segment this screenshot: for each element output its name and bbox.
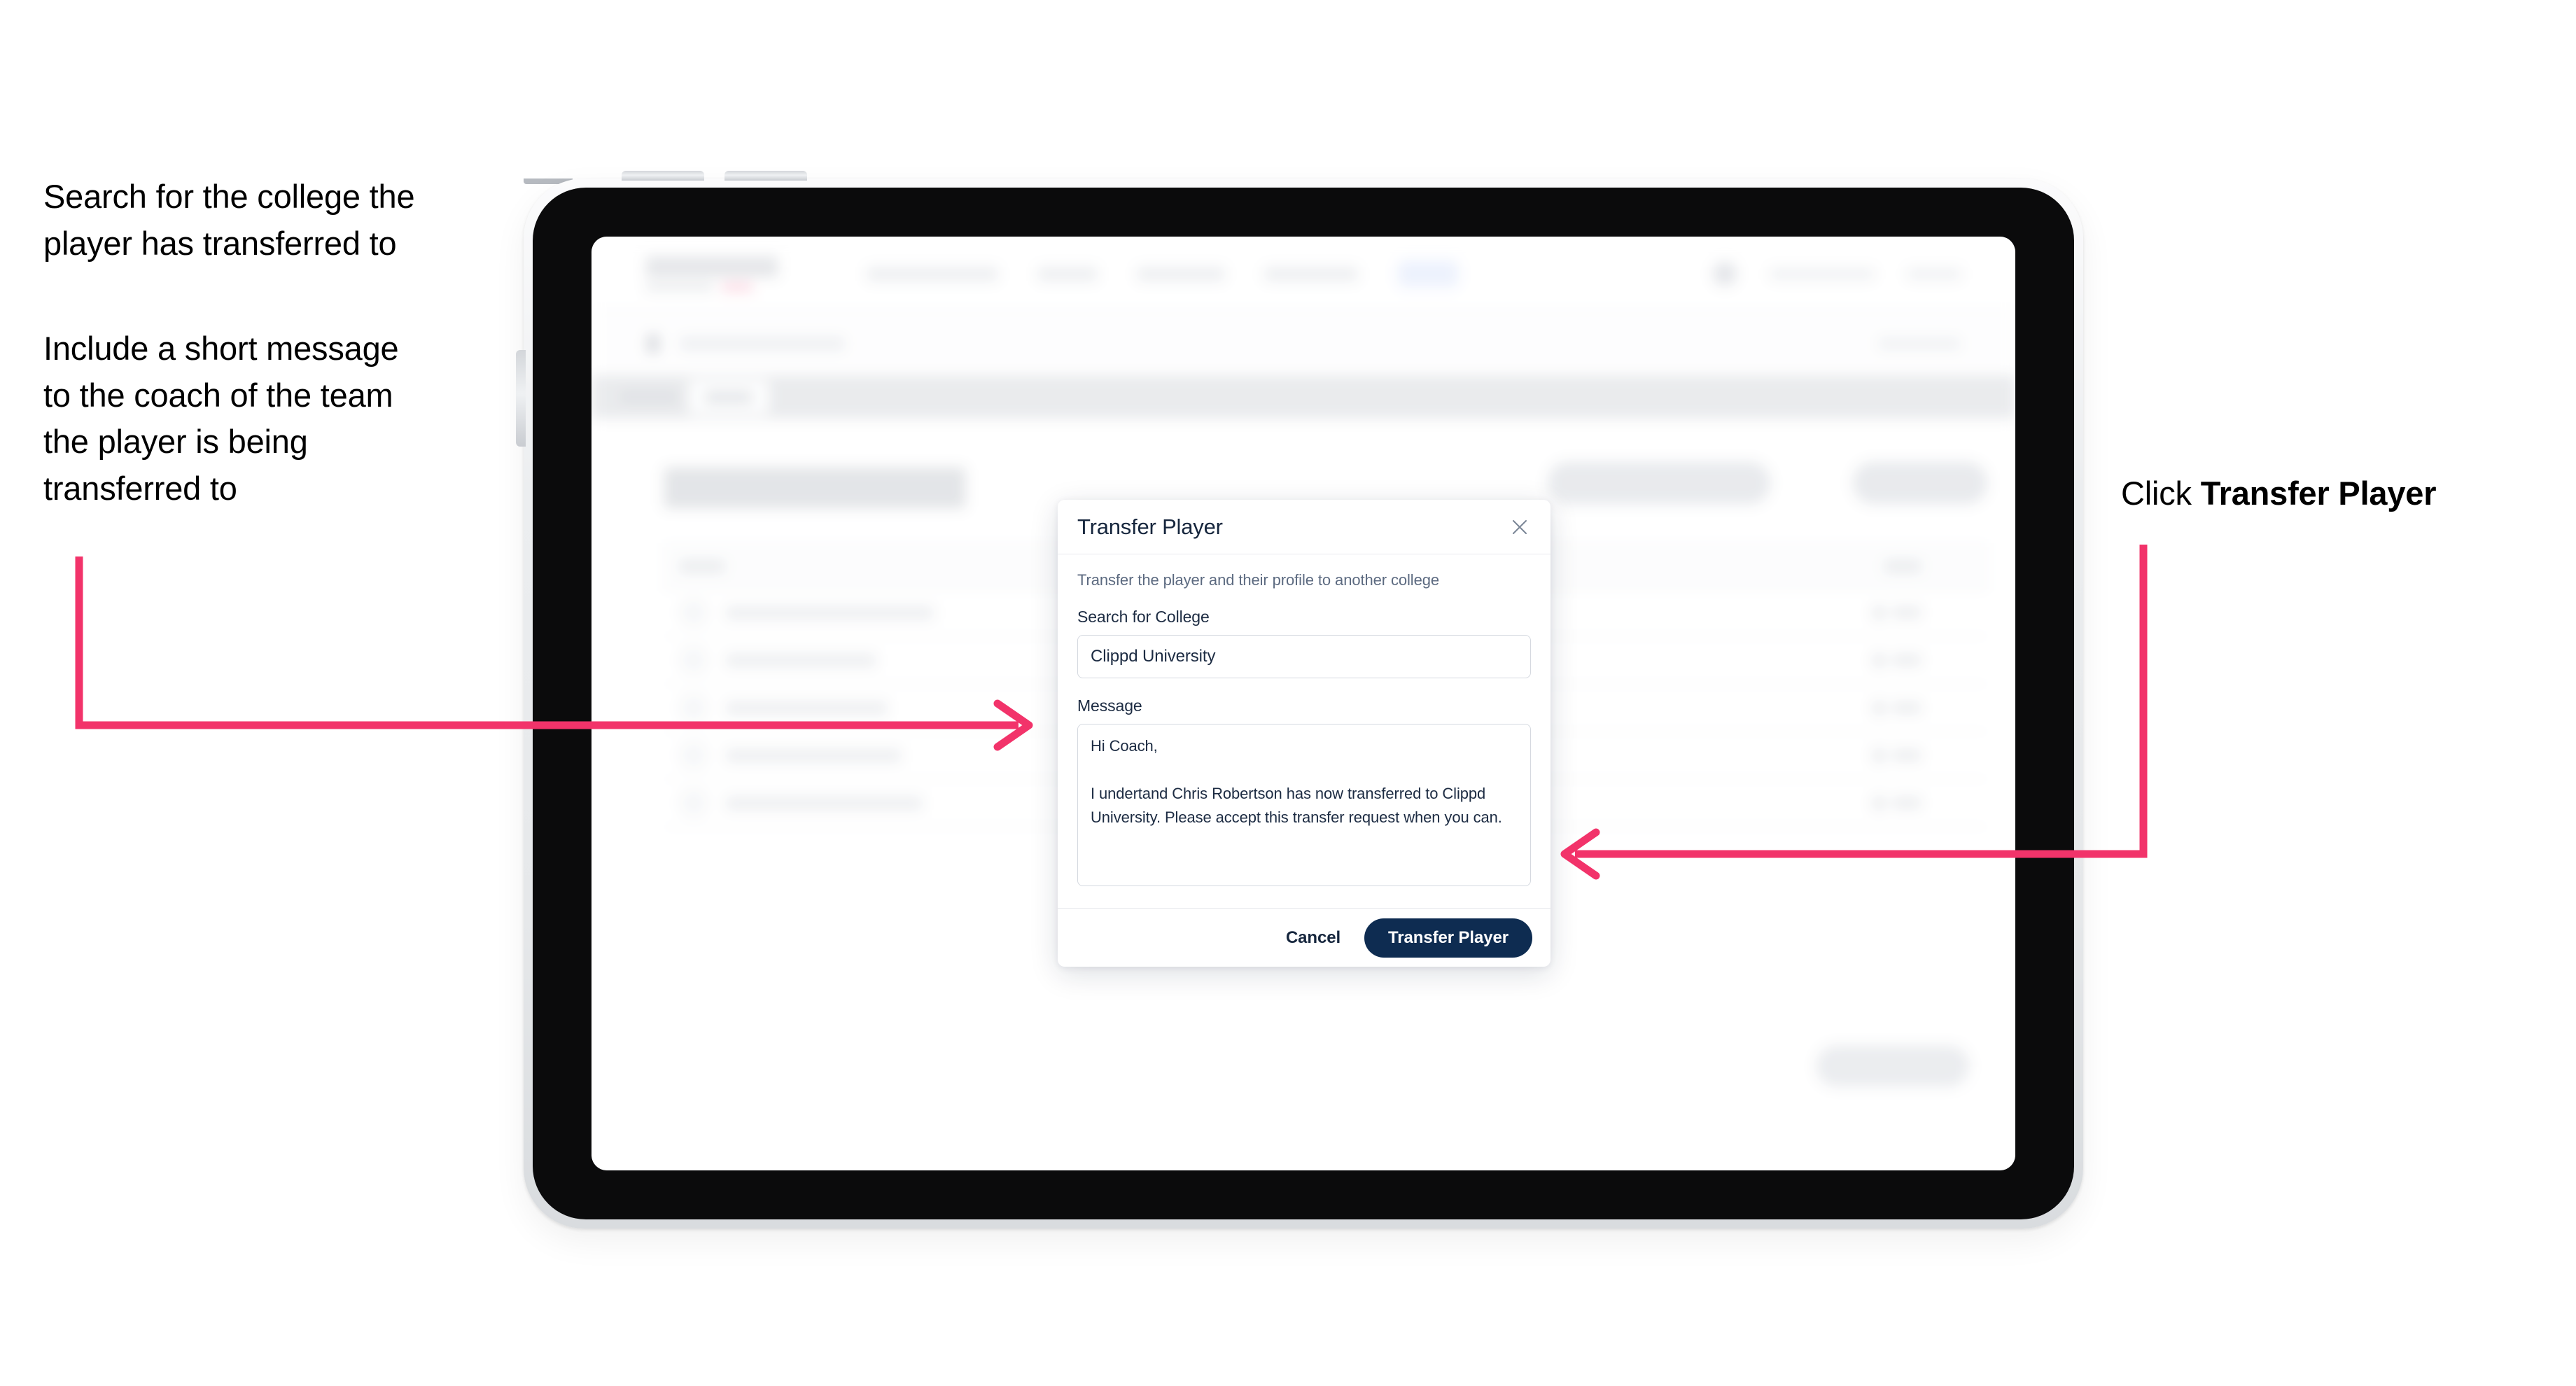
annotation-include-message: Include a short message to the coach of … xyxy=(43,330,399,507)
annotation-click-bold: Transfer Player xyxy=(2200,475,2437,512)
modal-subtitle: Transfer the player and their profile to… xyxy=(1077,571,1439,589)
power-button-icon xyxy=(516,350,526,447)
volume-down-button-icon xyxy=(724,171,807,181)
message-textarea[interactable] xyxy=(1077,724,1531,886)
message-field-label: Message xyxy=(1077,696,1142,715)
screenshot-canvas: Search for the college the player has tr… xyxy=(0,0,2576,1386)
annotation-click-transfer: Click Transfer Player xyxy=(2121,470,2541,517)
modal-header: Transfer Player xyxy=(1058,500,1550,554)
close-icon[interactable] xyxy=(1507,514,1532,540)
annotation-search-college: Search for the college the player has tr… xyxy=(43,178,415,262)
modal-title: Transfer Player xyxy=(1077,514,1223,539)
annotation-click-prefix: Click xyxy=(2121,475,2201,512)
volume-up-button-icon xyxy=(622,171,704,181)
search-college-input[interactable] xyxy=(1077,635,1531,678)
message-field-group: Message xyxy=(1077,696,1531,890)
college-field-group: Search for College xyxy=(1077,608,1531,678)
cancel-button[interactable]: Cancel xyxy=(1279,923,1348,953)
transfer-player-modal: Transfer Player Transfer the player and … xyxy=(1058,500,1550,967)
transfer-player-button[interactable]: Transfer Player xyxy=(1364,918,1532,958)
modal-body: Transfer the player and their profile to… xyxy=(1058,554,1550,908)
modal-footer: Cancel Transfer Player xyxy=(1058,908,1550,967)
college-field-label: Search for College xyxy=(1077,608,1210,626)
